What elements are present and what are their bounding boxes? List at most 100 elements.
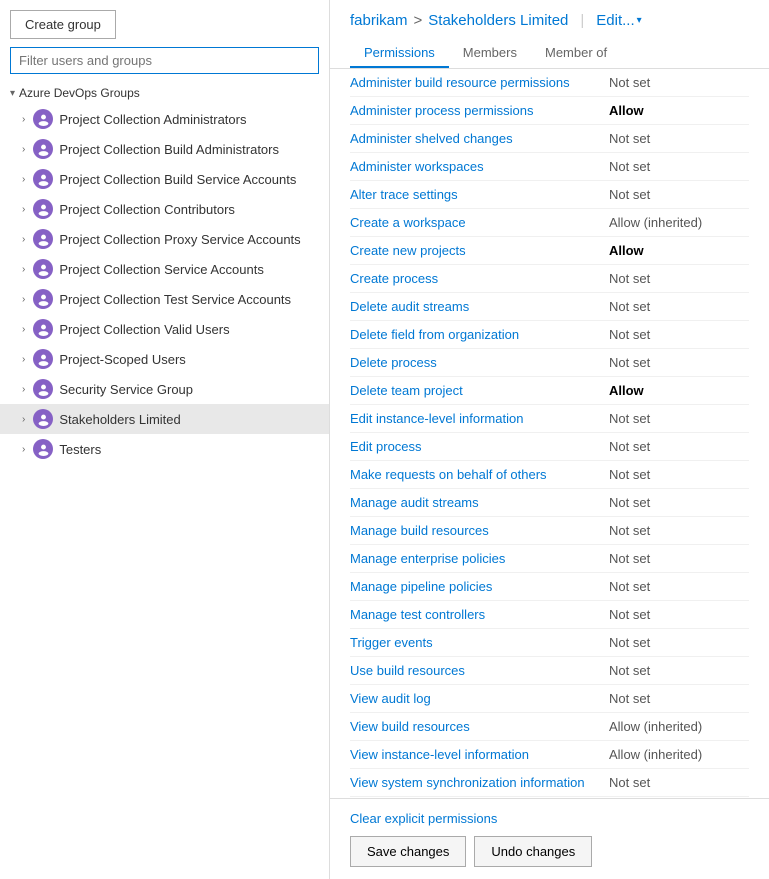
table-row: Administer build resource permissions No… bbox=[350, 69, 749, 97]
group-chevron-icon: › bbox=[22, 384, 25, 395]
group-item[interactable]: › Project Collection Valid Users bbox=[0, 314, 329, 344]
panel-header: fabrikam > Stakeholders Limited | Edit..… bbox=[330, 0, 769, 69]
permission-value[interactable]: Allow bbox=[609, 103, 749, 118]
permission-value[interactable]: Not set bbox=[609, 551, 749, 566]
group-item[interactable]: › Project Collection Administrators bbox=[0, 104, 329, 134]
group-item[interactable]: › Project Collection Contributors bbox=[0, 194, 329, 224]
permission-name[interactable]: Administer shelved changes bbox=[350, 131, 513, 146]
permission-name[interactable]: Create a workspace bbox=[350, 215, 466, 230]
permission-value[interactable]: Not set bbox=[609, 607, 749, 622]
group-item[interactable]: › Testers bbox=[0, 434, 329, 464]
permission-value[interactable]: Not set bbox=[609, 775, 749, 790]
group-name-label: Testers bbox=[59, 442, 101, 457]
table-row: Edit instance-level information Not set bbox=[350, 405, 749, 433]
permission-name[interactable]: Delete process bbox=[350, 355, 437, 370]
group-item[interactable]: › Project Collection Build Service Accou… bbox=[0, 164, 329, 194]
group-item[interactable]: › Project Collection Service Accounts bbox=[0, 254, 329, 284]
right-panel: fabrikam > Stakeholders Limited | Edit..… bbox=[330, 0, 769, 879]
permission-name[interactable]: Create process bbox=[350, 271, 438, 286]
permission-name[interactable]: Trigger events bbox=[350, 635, 433, 650]
breadcrumb-dropdown-icon[interactable]: ▾ bbox=[637, 15, 642, 26]
table-row: Create new projects Allow bbox=[350, 237, 749, 265]
permission-value[interactable]: Allow (inherited) bbox=[609, 719, 749, 734]
permission-value[interactable]: Not set bbox=[609, 159, 749, 174]
permission-value[interactable]: Allow bbox=[609, 383, 749, 398]
permission-value[interactable]: Not set bbox=[609, 495, 749, 510]
permission-name[interactable]: Administer process permissions bbox=[350, 103, 534, 118]
permission-name[interactable]: View build resources bbox=[350, 719, 470, 734]
group-item[interactable]: › Project-Scoped Users bbox=[0, 344, 329, 374]
breadcrumb-current[interactable]: Stakeholders Limited bbox=[428, 12, 568, 29]
permission-value[interactable]: Allow (inherited) bbox=[609, 747, 749, 762]
permission-name[interactable]: View system synchronization information bbox=[350, 775, 585, 790]
permission-value[interactable]: Not set bbox=[609, 523, 749, 538]
permission-value[interactable]: Not set bbox=[609, 187, 749, 202]
group-name-label: Project-Scoped Users bbox=[59, 352, 185, 367]
permission-value[interactable]: Not set bbox=[609, 131, 749, 146]
group-chevron-icon: › bbox=[22, 414, 25, 425]
permission-name[interactable]: Manage pipeline policies bbox=[350, 579, 492, 594]
permission-name[interactable]: Manage enterprise policies bbox=[350, 551, 505, 566]
permission-name[interactable]: Create new projects bbox=[350, 243, 466, 258]
create-group-button[interactable]: Create group bbox=[10, 10, 116, 39]
permission-name[interactable]: Administer build resource permissions bbox=[350, 75, 570, 90]
permission-name[interactable]: Administer workspaces bbox=[350, 159, 484, 174]
group-chevron-icon: › bbox=[22, 354, 25, 365]
permission-value[interactable]: Not set bbox=[609, 327, 749, 342]
group-item[interactable]: › Stakeholders Limited bbox=[0, 404, 329, 434]
permission-value[interactable]: Not set bbox=[609, 635, 749, 650]
breadcrumb-edit[interactable]: Edit... ▾ bbox=[596, 12, 641, 29]
breadcrumb-org[interactable]: fabrikam bbox=[350, 12, 408, 29]
table-row: View build resources Allow (inherited) bbox=[350, 713, 749, 741]
permission-name[interactable]: Edit instance-level information bbox=[350, 411, 523, 426]
permission-value[interactable]: Not set bbox=[609, 691, 749, 706]
tab-permissions[interactable]: Permissions bbox=[350, 39, 449, 68]
permission-name[interactable]: View instance-level information bbox=[350, 747, 529, 762]
permission-name[interactable]: Edit process bbox=[350, 439, 422, 454]
permission-value[interactable]: Not set bbox=[609, 579, 749, 594]
tab-member-of[interactable]: Member of bbox=[531, 39, 621, 68]
table-row: Manage enterprise policies Not set bbox=[350, 545, 749, 573]
permission-value[interactable]: Not set bbox=[609, 75, 749, 90]
undo-changes-button[interactable]: Undo changes bbox=[474, 836, 592, 867]
permission-value[interactable]: Allow (inherited) bbox=[609, 215, 749, 230]
permission-value[interactable]: Not set bbox=[609, 663, 749, 678]
permission-value[interactable]: Not set bbox=[609, 411, 749, 426]
group-name-label: Project Collection Proxy Service Account… bbox=[59, 232, 300, 247]
permission-name[interactable]: Manage build resources bbox=[350, 523, 489, 538]
permission-name[interactable]: View audit log bbox=[350, 691, 431, 706]
table-row: Edit process Not set bbox=[350, 433, 749, 461]
permission-name[interactable]: Manage test controllers bbox=[350, 607, 485, 622]
group-item[interactable]: › Project Collection Proxy Service Accou… bbox=[0, 224, 329, 254]
permission-name[interactable]: Delete team project bbox=[350, 383, 463, 398]
group-item[interactable]: › Project Collection Test Service Accoun… bbox=[0, 284, 329, 314]
permission-value[interactable]: Not set bbox=[609, 271, 749, 286]
tab-members[interactable]: Members bbox=[449, 39, 531, 68]
permission-value[interactable]: Not set bbox=[609, 355, 749, 370]
permission-name[interactable]: Manage audit streams bbox=[350, 495, 479, 510]
group-avatar-icon bbox=[33, 169, 53, 189]
permission-value[interactable]: Allow bbox=[609, 243, 749, 258]
group-item[interactable]: › Security Service Group bbox=[0, 374, 329, 404]
group-avatar-icon bbox=[33, 319, 53, 339]
permission-value[interactable]: Not set bbox=[609, 439, 749, 454]
left-panel: Create group ▾ Azure DevOps Groups › Pro… bbox=[0, 0, 330, 879]
save-changes-button[interactable]: Save changes bbox=[350, 836, 466, 867]
filter-input[interactable] bbox=[10, 47, 319, 74]
permission-name[interactable]: Delete audit streams bbox=[350, 299, 469, 314]
table-row: Manage test controllers Not set bbox=[350, 601, 749, 629]
clear-permissions-link[interactable]: Clear explicit permissions bbox=[350, 811, 497, 826]
table-row: Manage pipeline policies Not set bbox=[350, 573, 749, 601]
table-row: View system synchronization information … bbox=[350, 769, 749, 797]
table-row: Administer shelved changes Not set bbox=[350, 125, 749, 153]
group-item[interactable]: › Project Collection Build Administrator… bbox=[0, 134, 329, 164]
group-section[interactable]: ▾ Azure DevOps Groups bbox=[0, 82, 329, 104]
permission-value[interactable]: Not set bbox=[609, 299, 749, 314]
permission-name[interactable]: Delete field from organization bbox=[350, 327, 519, 342]
group-chevron-icon: › bbox=[22, 204, 25, 215]
permission-name[interactable]: Alter trace settings bbox=[350, 187, 458, 202]
permission-name[interactable]: Use build resources bbox=[350, 663, 465, 678]
permission-value[interactable]: Not set bbox=[609, 467, 749, 482]
permission-name[interactable]: Make requests on behalf of others bbox=[350, 467, 547, 482]
table-row: Delete team project Allow bbox=[350, 377, 749, 405]
